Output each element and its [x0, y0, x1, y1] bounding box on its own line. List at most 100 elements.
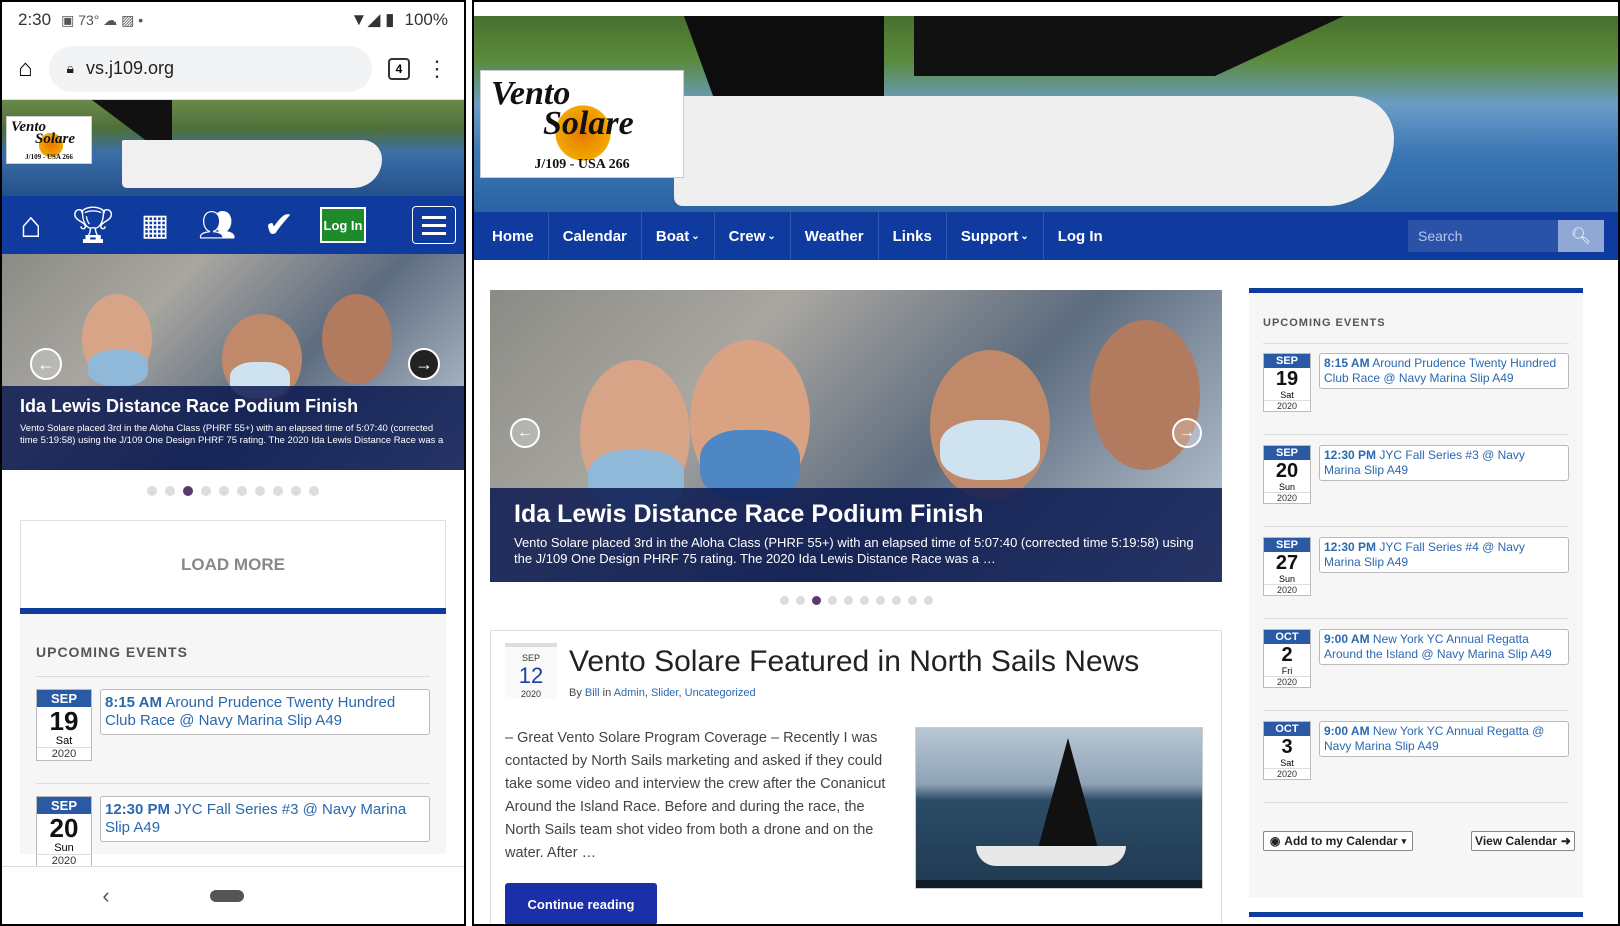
add-to-calendar-button[interactable]: ◉ Add to my Calendar ▾ — [1263, 831, 1413, 851]
back-icon[interactable]: ‹ — [102, 883, 109, 909]
slider-next-button[interactable]: → — [408, 348, 440, 380]
header-banner: Vento Solare J/109 - USA 266 — [2, 100, 464, 196]
event-link[interactable]: 12:30 PM JYC Fall Series #4 @ Navy Marin… — [1319, 537, 1569, 573]
check-icon[interactable]: ✔ — [258, 204, 300, 246]
view-calendar-button[interactable]: View Calendar ➜ — [1471, 831, 1575, 851]
calendar-icon[interactable]: ▦ — [134, 204, 176, 246]
home-icon[interactable]: ⌂ — [18, 55, 33, 83]
event-link[interactable]: 8:15 AM Around Prudence Twenty Hundred C… — [100, 689, 430, 735]
pager-dot[interactable] — [201, 486, 211, 496]
pager-dot[interactable] — [237, 486, 247, 496]
featured-slider: ← → Ida Lewis Distance Race Podium Finis… — [2, 254, 464, 470]
pager-dot[interactable] — [891, 596, 901, 605]
event-link[interactable]: 9:00 AM New York YC Annual Regatta @ Nav… — [1319, 721, 1569, 757]
nav-item-support[interactable]: Support ⌄ — [947, 212, 1044, 260]
event-link[interactable]: 9:00 AM New York YC Annual Regatta Aroun… — [1319, 629, 1569, 665]
pager-dot[interactable] — [183, 486, 193, 496]
category-link[interactable]: Slider — [651, 687, 679, 699]
menu-icon[interactable]: ⋮ — [426, 57, 448, 80]
slider-next-button[interactable]: → — [1172, 418, 1202, 448]
post-title[interactable]: Vento Solare Featured in North Sails New… — [569, 645, 1139, 679]
post-meta: By Bill in Admin, Slider, Uncategorized — [569, 687, 756, 699]
slide-title[interactable]: Ida Lewis Distance Race Podium Finish — [514, 500, 1198, 529]
main-nav: Home Calendar Boat ⌄ Crew ⌄ Weather Links Suppor… — [474, 212, 1618, 260]
nav-item-boat[interactable]: Boat ⌄ — [642, 212, 715, 260]
mobile-browser: 2:30 ▣ 73° ☁ ▨ • ▼◢ ▮ 100% ⌂ 🔒︎ vs.j109.… — [0, 0, 466, 926]
search-icon[interactable]: 🔍︎ — [1558, 220, 1604, 252]
site-logo[interactable]: Vento Solare J/109 - USA 266 — [480, 70, 684, 178]
pager-dot[interactable] — [309, 486, 319, 496]
continue-reading-button[interactable]: Continue reading — [505, 883, 657, 924]
nav-item-log-in[interactable]: Log In — [1044, 212, 1117, 260]
event-link[interactable]: 8:15 AM Around Prudence Twenty Hundred C… — [1319, 353, 1569, 389]
address-bar[interactable]: 🔒︎ vs.j109.org — [48, 45, 372, 92]
rss-icon: ◉ — [1269, 834, 1281, 848]
event-date: SEP 20 Sun 2020 — [36, 796, 92, 868]
slider-prev-button[interactable]: ← — [30, 348, 62, 380]
slide-text: Vento Solare placed 3rd in the Aloha Cla… — [514, 535, 1194, 566]
mobile-icon-nav: ⌂ 🏆︎ ▦ 👥︎ ✔ Log In — [2, 196, 464, 254]
event-item: SEP 27 Sun 2020 12:30 PM JYC Fall Series #4 … — [1263, 537, 1569, 619]
post-excerpt: – Great Vento Solare Program Coverage – … — [505, 730, 886, 861]
event-link[interactable]: 12:30 PM JYC Fall Series #3 @ Navy Marin… — [100, 796, 430, 842]
event-date: OCT 2 Fri 2020 — [1263, 629, 1311, 688]
signal-icon: ▼◢ ▮ — [350, 10, 395, 29]
arrow-right-icon: ➜ — [1560, 834, 1571, 848]
search-form: 🔍︎ — [1408, 220, 1604, 252]
event-item: SEP 19 Sat 2020 8:15 AM Around Prudence Twen… — [1263, 353, 1569, 435]
search-input[interactable] — [1408, 220, 1558, 252]
category-link[interactable]: Uncategorized — [685, 687, 756, 699]
event-date: OCT 3 Sat 2020 — [1263, 721, 1311, 780]
hamburger-menu-icon[interactable] — [412, 206, 456, 244]
pager-dot[interactable] — [291, 486, 301, 496]
url-text: vs.j109.org — [85, 58, 175, 78]
home-icon[interactable]: ⌂ — [10, 204, 52, 246]
login-button[interactable]: Log In — [320, 207, 366, 243]
pager-dot[interactable] — [273, 486, 283, 496]
nav-item-crew[interactable]: Crew ⌄ — [715, 212, 791, 260]
nav-item-calendar[interactable]: Calendar — [549, 212, 642, 260]
nav-item-links[interactable]: Links — [879, 212, 947, 260]
pager-dot[interactable] — [843, 596, 853, 605]
chevron-down-icon: ⌄ — [691, 230, 700, 242]
tab-count-button[interactable]: 4 — [388, 57, 410, 80]
nav-item-weather[interactable]: Weather — [791, 212, 879, 260]
pager-dot[interactable] — [165, 486, 175, 496]
site-logo[interactable]: Vento Solare J/109 - USA 266 — [6, 116, 92, 164]
widget-title: UPCOMING EVENTS — [1263, 317, 1386, 329]
slider-prev-button[interactable]: ← — [510, 418, 540, 448]
video-thumbnail[interactable] — [915, 727, 1203, 889]
android-nav-bar: ‹ — [2, 866, 464, 924]
pager-dot[interactable] — [795, 596, 805, 605]
event-date: SEP 20 Sun 2020 — [1263, 445, 1311, 504]
event-date: SEP 27 Sun 2020 — [1263, 537, 1311, 596]
pager-dot[interactable] — [859, 596, 869, 605]
category-link[interactable]: Admin — [614, 687, 645, 699]
event-link[interactable]: 12:30 PM JYC Fall Series #3 @ Navy Marin… — [1319, 445, 1569, 481]
pager-dot[interactable] — [147, 486, 157, 496]
pager-dot[interactable] — [811, 596, 821, 605]
pager-dot[interactable] — [255, 486, 265, 496]
author-link[interactable]: Bill — [585, 687, 600, 699]
pager-dot[interactable] — [827, 596, 837, 605]
slide-title[interactable]: Ida Lewis Distance Race Podium Finish — [20, 396, 446, 417]
event-item: SEP 20 Sun 2020 12:30 PM JYC Fall Series #3 … — [1263, 445, 1569, 527]
slider-pager — [2, 486, 464, 496]
event-date: SEP 19 Sat 2020 — [1263, 353, 1311, 412]
upcoming-events-widget: UPCOMING EVENTS SEP 19 Sat 2020 8:15 AM Arou… — [1249, 288, 1583, 898]
crew-icon[interactable]: 👥︎ — [196, 204, 238, 246]
upcoming-events-widget: UPCOMING EVENTS SEP 19 Sat 2020 8:15 AM Arou… — [20, 614, 446, 891]
home-gesture-pill[interactable] — [209, 889, 244, 902]
load-more-button[interactable]: LOAD MORE — [20, 520, 446, 608]
post-date: SEP 12 2020 — [505, 643, 557, 699]
chevron-down-icon: ⌄ — [767, 230, 776, 242]
pager-dot[interactable] — [923, 596, 933, 605]
pager-dot[interactable] — [779, 596, 789, 605]
pager-dot[interactable] — [875, 596, 885, 605]
chevron-down-icon: ⌄ — [1020, 230, 1029, 242]
pager-dot[interactable] — [219, 486, 229, 496]
trophy-icon[interactable]: 🏆︎ — [70, 204, 116, 246]
pager-dot[interactable] — [907, 596, 917, 605]
nav-item-home[interactable]: Home — [478, 212, 549, 260]
widget-title: UPCOMING EVENTS — [36, 644, 430, 677]
